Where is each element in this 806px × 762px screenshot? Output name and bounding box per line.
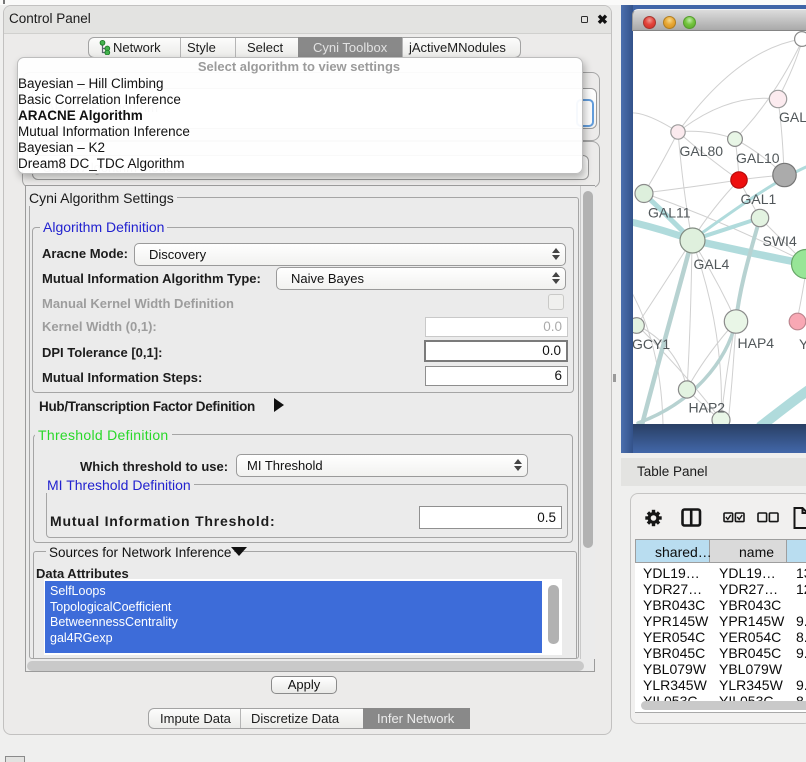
svg-text:HAP2: HAP2 <box>689 400 726 416</box>
svg-text:GAL10: GAL10 <box>736 150 780 166</box>
svg-text:YB: YB <box>799 336 806 352</box>
svg-text:GAL2: GAL2 <box>779 109 806 125</box>
svg-text:GCY1: GCY1 <box>633 336 670 352</box>
svg-text:GAL11: GAL11 <box>648 205 691 221</box>
svg-text:HAP4: HAP4 <box>738 335 775 351</box>
svg-text:SWI4: SWI4 <box>763 233 797 249</box>
svg-text:GAL80: GAL80 <box>680 143 724 159</box>
svg-text:GAL1: GAL1 <box>741 191 777 207</box>
svg-text:GAL4: GAL4 <box>694 256 730 272</box>
